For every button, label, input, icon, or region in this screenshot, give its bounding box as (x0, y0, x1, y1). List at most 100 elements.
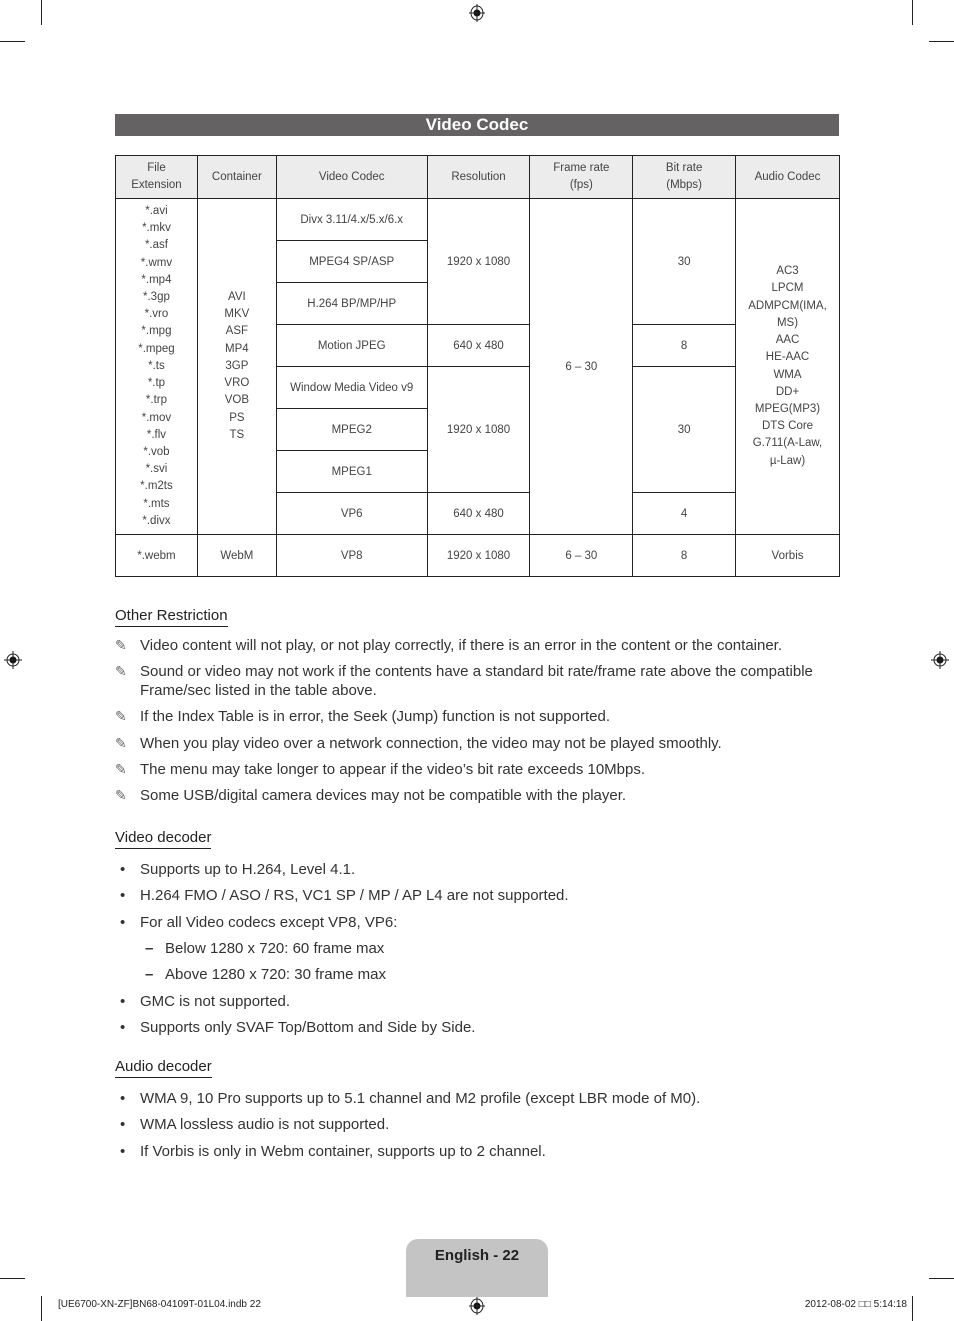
file-extension-item: *.vob (143, 445, 170, 458)
note-item: ✎ If the Index Table is in error, the Se… (115, 708, 610, 725)
header-frame-rate: Frame rate (fps) (529, 155, 634, 199)
dash-icon: – (145, 940, 154, 957)
bullet-item: • H.264 FMO / ASO / RS, VC1 SP / MP / AP… (120, 887, 569, 904)
resolution-cell: 1920 x 1080 (426, 366, 531, 493)
container-cell: WebM (196, 534, 277, 577)
footer-file-info: [UE6700-XN-ZF]BN68-04109T-01L04.indb 22 (58, 1299, 261, 1310)
bullet-item: • GMC is not supported. (120, 993, 291, 1010)
table-row-webm: *.webm WebM VP8 1920 x 1080 6 – 30 8 Vor… (115, 534, 840, 577)
audio-codec-item: DD+ (775, 385, 800, 398)
other-restriction-heading: Other Restriction (115, 607, 228, 627)
file-extension-item: *.avi (145, 205, 168, 218)
audio-codec-cell: Vorbis (735, 534, 840, 577)
file-extension-item: *.wmv (140, 256, 173, 269)
table-row: *.avi *.mkv *.asf *.wmv *.mp4 *.3gp *.vro *.mpg… (115, 198, 840, 535)
crop-mark (929, 1278, 954, 1279)
container-list: AVI MKV ASF MP4 3GP VRO VOB PS TS (196, 198, 277, 535)
frame-rate-cell: 6 – 30 (529, 534, 634, 577)
audio-codec-item: WMA (773, 368, 802, 381)
bullet-icon: • (120, 1090, 126, 1107)
audio-codec-item: LPCM (771, 282, 804, 295)
crop-mark (41, 1296, 42, 1321)
file-extension-item: *.ts (148, 359, 165, 372)
audio-codec-item: AC3 (776, 265, 799, 278)
audio-decoder-heading: Audio decoder (115, 1058, 212, 1078)
pencil-note-icon: ✎ (115, 708, 127, 724)
dash-icon: – (145, 966, 154, 983)
crop-mark (0, 1278, 25, 1279)
bullet-icon: • (120, 861, 126, 878)
sub-item: – Below 1280 x 720: 60 frame max (145, 940, 385, 957)
sub-item: – Above 1280 x 720: 30 frame max (145, 966, 386, 983)
audio-codec-item: MPEG(MP3) (754, 402, 821, 415)
file-extension-item: *.mp4 (141, 273, 172, 286)
video-codec-cell: Motion JPEG (275, 324, 428, 367)
audio-codec-item: µ-Law) (769, 454, 806, 467)
crop-mark (929, 41, 954, 42)
file-extension-item: *.mpg (141, 325, 172, 338)
file-extension-item: *.divx (142, 514, 171, 527)
video-codec-cell: VP8 (275, 534, 428, 577)
container-item: ASF (225, 325, 249, 338)
file-extension-item: *.mov (141, 411, 172, 424)
crop-mark (912, 0, 913, 25)
video-codec-cell: H.264 BP/MP/HP (275, 282, 428, 325)
file-extension-item: *.svi (145, 463, 168, 476)
resolution-cell: 1920 x 1080 (426, 198, 531, 325)
footer-timestamp: 2012-08-02 □□ 5:14:18 (804, 1299, 907, 1310)
audio-codec-item: ADMPCM(IMA, MS) (748, 299, 827, 329)
header-bit-rate: Bit rate (Mbps) (632, 155, 737, 199)
container-item: PS (229, 411, 245, 424)
registration-mark-icon (469, 4, 485, 22)
file-extension-list: *.avi *.mkv *.asf *.wmv *.mp4 *.3gp *.vro *.mpg… (115, 198, 198, 535)
bullet-icon: • (120, 914, 126, 931)
container-item: MP4 (225, 342, 249, 355)
file-extension-item: *.m2ts (140, 480, 173, 493)
note-item: ✎ Sound or video may not work if the con… (115, 663, 813, 699)
audio-codec-item: DTS Core (761, 420, 814, 433)
video-codec-cell: Divx 3.11/4.x/5.x/6.x (275, 198, 428, 241)
pencil-note-icon: ✎ (115, 735, 127, 751)
video-decoder-heading: Video decoder (115, 829, 212, 849)
bit-rate-cell: 8 (632, 534, 737, 577)
video-codec-cell: MPEG2 (275, 408, 428, 451)
bullet-item: • Supports up to H.264, Level 4.1. (120, 861, 356, 878)
header-audio-codec: Audio Codec (735, 155, 840, 199)
codec-table: File Extension Container Video Codec Reso… (115, 155, 840, 577)
crop-mark (0, 41, 25, 42)
bullet-icon: • (120, 1116, 126, 1133)
resolution-cell: 640 x 480 (426, 324, 531, 367)
crop-mark (912, 1296, 913, 1321)
video-codec-cell: VP6 (275, 492, 428, 535)
container-item: 3GP (225, 359, 249, 372)
bit-rate-cell: 30 (632, 198, 737, 325)
registration-mark-icon (469, 1297, 485, 1315)
video-codec-cell: MPEG1 (275, 450, 428, 493)
note-item: ✎ Some USB/digital camera devices may no… (115, 787, 627, 804)
audio-codec-item: G.711(A-Law, (752, 437, 823, 450)
file-extension-item: *.mts (143, 497, 170, 510)
pencil-note-icon: ✎ (115, 761, 127, 777)
section-banner: Video Codec (115, 114, 839, 136)
audio-codec-item: AAC (775, 334, 800, 347)
resolution-cell: 1920 x 1080 (426, 534, 531, 577)
bullet-icon: • (120, 993, 126, 1010)
bullet-item: • If Vorbis is only in Webm container, s… (120, 1143, 546, 1160)
registration-mark-icon (931, 651, 949, 669)
bit-rate-cell: 4 (632, 492, 737, 535)
note-item: ✎ When you play video over a network con… (115, 735, 722, 752)
header-resolution: Resolution (426, 155, 531, 199)
header-file-extension: File Extension (115, 155, 198, 199)
file-extension-item: *.flv (146, 428, 167, 441)
file-extension-item: *.trp (145, 394, 167, 407)
bit-rate-cell: 8 (632, 324, 737, 367)
frame-rate-cell: 6 – 30 (529, 198, 634, 535)
header-video-codec: Video Codec (275, 155, 428, 199)
header-container: Container (196, 155, 277, 199)
file-extension-item: *.mkv (142, 222, 171, 235)
crop-mark (41, 0, 42, 25)
resolution-cell: 640 x 480 (426, 492, 531, 535)
bullet-item: • WMA lossless audio is not supported. (120, 1116, 390, 1133)
file-extension-item: *.vro (144, 308, 169, 321)
video-codec-cell: Window Media Video v9 (275, 366, 428, 409)
